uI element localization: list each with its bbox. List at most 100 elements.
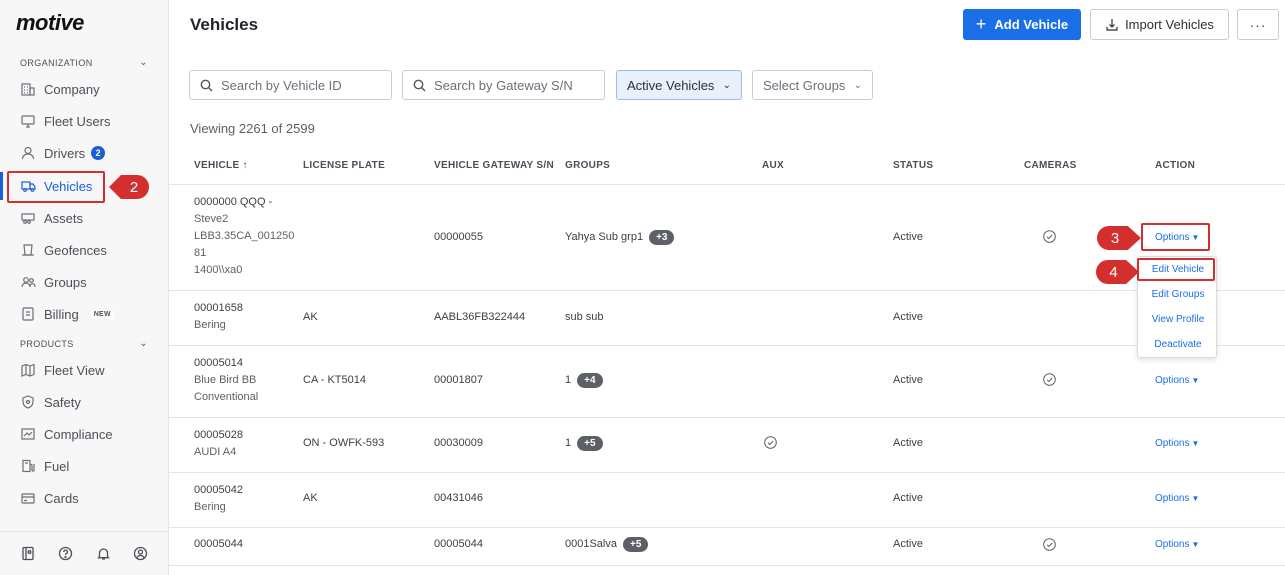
sidebar-item-label: Assets xyxy=(44,210,84,226)
sidebar-item-compliance[interactable]: Compliance xyxy=(8,420,158,448)
trailer-icon xyxy=(20,210,36,226)
vehicle-detail: 81 xyxy=(194,247,207,259)
vehicle-cell: 0000000 QQQ - Steve2 LBB3.35CA_001250 81… xyxy=(194,194,294,279)
group-more-badge[interactable]: +3 xyxy=(649,230,675,245)
gateway-search-input[interactable] xyxy=(434,77,584,93)
table-row: 00005042 Bering AK 00431046 Active Optio… xyxy=(169,473,1285,528)
more-actions-button[interactable]: ··· xyxy=(1237,9,1279,40)
gateway-cell: 00005044 xyxy=(434,538,483,550)
status-cell: Active xyxy=(893,311,923,323)
page-title: Vehicles xyxy=(190,15,259,34)
sidebar-item-cards[interactable]: Cards xyxy=(8,484,158,512)
plate-cell: AK xyxy=(303,492,318,504)
groups-cell: Yahya Sub grp1 +3 xyxy=(565,229,675,246)
gateway-cell: 00431046 xyxy=(434,492,483,504)
column-groups: GROUPS xyxy=(565,160,611,171)
vehicle-id-search[interactable] xyxy=(189,70,392,100)
sidebar-item-fuel[interactable]: Fuel xyxy=(8,452,158,480)
plate-cell: AK xyxy=(303,311,318,323)
column-vehicle[interactable]: VEHICLE ↑ xyxy=(194,160,248,171)
group-more-badge[interactable]: +5 xyxy=(577,436,603,451)
options-label: Options xyxy=(1155,539,1190,550)
column-status: STATUS xyxy=(893,160,934,171)
add-vehicle-button[interactable]: + Add Vehicle xyxy=(963,9,1081,40)
question-icon[interactable] xyxy=(58,546,73,561)
organization-heading[interactable]: ORGANIZATION ⌄ xyxy=(20,57,148,68)
sidebar-item-label: Billing xyxy=(44,306,79,322)
map-icon xyxy=(20,362,36,378)
status-cell: Active xyxy=(893,231,923,243)
sidebar-item-fleet-users[interactable]: Fleet Users xyxy=(8,107,158,135)
user-avatar-icon[interactable] xyxy=(133,546,148,561)
sidebar-item-geofences[interactable]: Geofences xyxy=(8,236,158,264)
groups-filter-placeholder: Select Groups xyxy=(763,77,846,93)
menu-item-view-profile[interactable]: View Profile xyxy=(1138,311,1218,329)
options-button[interactable]: Options ▼ xyxy=(1155,490,1199,507)
search-icon xyxy=(200,79,213,92)
sidebar-item-drivers[interactable]: Drivers 2 xyxy=(8,139,158,167)
sidebar-item-fleet-view[interactable]: Fleet View xyxy=(8,356,158,384)
building-icon xyxy=(20,81,36,97)
table-header: VEHICLE ↑ LICENSE PLATE VEHICLE GATEWAY … xyxy=(169,150,1285,185)
sidebar-item-company[interactable]: Company xyxy=(8,75,158,103)
table-row: 00001658 Bering AK AABL36FB322444 sub su… xyxy=(169,291,1285,346)
status-filter[interactable]: Active Vehicles ⌄ xyxy=(616,70,742,100)
chevron-down-icon: ⌄ xyxy=(853,79,862,91)
vehicle-cell: 00005014 Blue Bird BB Conventional xyxy=(194,355,258,406)
highlight-vehicles xyxy=(7,171,105,203)
products-heading-label: PRODUCTS xyxy=(20,338,74,349)
group-more-badge[interactable]: +5 xyxy=(623,537,649,552)
sidebar-item-groups[interactable]: Groups xyxy=(8,268,158,296)
viewing-count: Viewing 2261 of 2599 xyxy=(190,121,315,136)
new-badge: NEW xyxy=(90,309,114,319)
options-button[interactable]: Options ▼ xyxy=(1155,536,1199,553)
menu-item-deactivate[interactable]: Deactivate xyxy=(1138,336,1218,354)
import-vehicles-button[interactable]: Import Vehicles xyxy=(1090,9,1229,40)
bell-icon[interactable] xyxy=(96,546,111,561)
vehicle-detail: AUDI A4 xyxy=(194,446,237,458)
group-more-badge[interactable]: +4 xyxy=(577,373,603,388)
vehicle-id: 00005042 xyxy=(194,484,243,496)
help-book-icon[interactable] xyxy=(21,546,36,561)
caret-down-icon: ▼ xyxy=(1191,494,1200,503)
main-content: Vehicles + Add Vehicle Import Vehicles ·… xyxy=(169,0,1285,575)
options-button[interactable]: Options ▼ xyxy=(1155,372,1199,389)
sidebar-footer xyxy=(0,531,169,575)
vehicle-id-search-input[interactable] xyxy=(221,77,371,93)
products-heading[interactable]: PRODUCTS ⌄ xyxy=(20,338,148,349)
group-name: 1 xyxy=(565,374,572,386)
status-cell: Active xyxy=(893,538,923,550)
sidebar-item-label: Fuel xyxy=(44,458,70,474)
vehicle-detail: Conventional xyxy=(194,391,259,403)
import-icon xyxy=(1105,18,1119,32)
vehicle-id: 0000000 QQQ - xyxy=(194,196,273,208)
step-number: 4 xyxy=(1109,263,1118,281)
column-license-plate: LICENSE PLATE xyxy=(303,160,386,171)
sidebar-item-safety[interactable]: Safety xyxy=(8,388,158,416)
step-number: 2 xyxy=(129,178,139,196)
plus-icon: + xyxy=(975,14,987,34)
sidebar-item-assets[interactable]: Assets xyxy=(8,204,158,232)
groups-filter[interactable]: Select Groups ⌄ xyxy=(752,70,873,100)
vehicle-cell: 00001658 Bering xyxy=(194,300,243,334)
sidebar-item-billing[interactable]: Billing NEW xyxy=(8,300,158,328)
gateway-search[interactable] xyxy=(402,70,605,100)
gateway-cell: 00000055 xyxy=(434,231,483,243)
status-cell: Active xyxy=(893,374,923,386)
sidebar-item-label: Cards xyxy=(44,490,79,506)
vehicle-id: 00005044 xyxy=(194,538,243,550)
sidebar-item-label: Drivers xyxy=(44,145,86,161)
sidebar-item-label: Safety xyxy=(44,394,81,410)
groups-cell: 0001Salva +5 xyxy=(565,536,649,553)
options-label: Options xyxy=(1155,438,1190,449)
column-gateway: VEHICLE GATEWAY S/N xyxy=(434,160,554,171)
monitor-icon xyxy=(20,113,36,129)
column-action: ACTION xyxy=(1155,160,1196,171)
options-button[interactable]: Options ▼ xyxy=(1155,435,1199,452)
import-vehicles-label: Import Vehicles xyxy=(1125,17,1214,32)
vehicle-id: 00001658 xyxy=(194,302,243,314)
sidebar-item-label: Fleet View xyxy=(44,362,105,378)
menu-item-edit-groups[interactable]: Edit Groups xyxy=(1138,286,1218,304)
credit-card-icon xyxy=(20,490,36,506)
highlight-edit-vehicle xyxy=(1137,258,1215,281)
